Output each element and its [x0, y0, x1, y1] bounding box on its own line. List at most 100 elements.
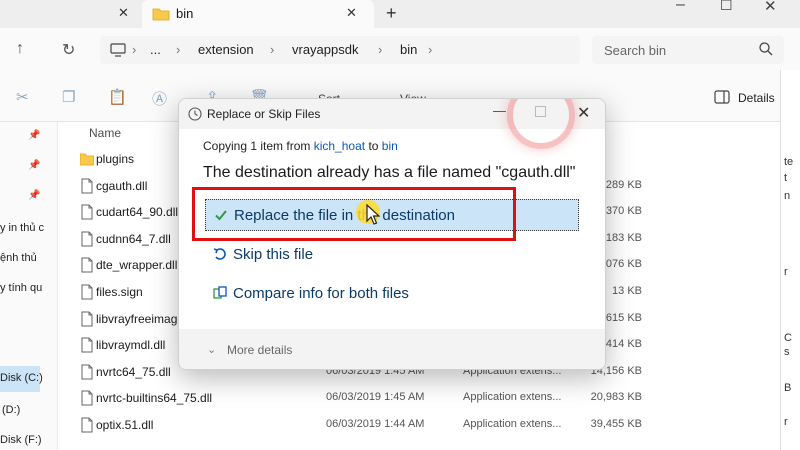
file-name: libvraymdl.dll: [96, 338, 166, 353]
dialog-footer: ⌄ More details: [179, 329, 605, 369]
dialog-titlebar[interactable]: Replace or Skip Files — ✕: [179, 99, 605, 149]
chevron-right-icon: ›: [270, 42, 275, 57]
file-row[interactable]: optix.51.dll 06/03/2019 1:44 AM Applicatio…: [58, 412, 800, 438]
up-icon[interactable]: ↑: [16, 40, 24, 58]
file-icon: [81, 337, 93, 353]
source-folder-link[interactable]: kich_hoat: [314, 139, 365, 153]
compare-icon: [213, 286, 227, 299]
tab-bin[interactable]: bin ✕: [142, 0, 374, 28]
breadcrumb-extension[interactable]: extension: [198, 42, 254, 57]
file-icon: [81, 417, 93, 433]
file-icon: [81, 178, 93, 194]
edge-text: C: [784, 332, 792, 344]
column-header-name[interactable]: Name: [89, 126, 121, 140]
details-label: Details: [738, 91, 775, 105]
file-name: optix.51.dll: [96, 418, 154, 432]
breadcrumb[interactable]: › ... › extension › vrayappsdk › bin ›: [100, 36, 580, 64]
chevron-right-icon: ›: [378, 42, 383, 57]
copy-icon[interactable]: ❐: [62, 88, 75, 106]
navigation-pane: 📌 📌 📌 y in thủ c ệnh thủ y tính qu Disk …: [0, 122, 58, 450]
chevron-right-icon: ›: [428, 42, 433, 57]
dialog-close-icon[interactable]: ✕: [577, 103, 590, 123]
maximize-icon[interactable]: ☐: [720, 0, 733, 14]
file-icon: [81, 284, 93, 300]
file-icon: [81, 390, 93, 406]
rename-icon[interactable]: Ⓐ: [152, 88, 167, 109]
nav-item-disk-f[interactable]: Disk (F:): [0, 434, 42, 446]
file-icon: [81, 364, 93, 380]
file-type: Application extens...: [463, 391, 562, 404]
chevron-down-icon[interactable]: ⌄: [207, 343, 216, 356]
monitor-icon: [110, 43, 126, 57]
skip-icon: [213, 248, 226, 260]
file-row[interactable]: nvrtc-builtins64_75.dll 06/03/2019 1:45 A…: [58, 385, 800, 411]
file-name: nvrtc64_75.dll: [96, 364, 171, 379]
file-name: libvrayfreeimage: [96, 311, 185, 326]
destination-folder-link[interactable]: bin: [382, 139, 398, 153]
dialog-title: Replace or Skip Files: [207, 107, 321, 121]
skip-file-option[interactable]: Skip this file: [205, 239, 579, 271]
nav-item-2[interactable]: ệnh thủ: [0, 252, 37, 264]
copying-prefix: Copying 1 item from: [203, 139, 311, 153]
click-highlight-ring: [507, 99, 575, 149]
file-icon: [81, 204, 93, 220]
close-window-icon[interactable]: ✕: [764, 0, 777, 15]
details-pane-icon: [714, 90, 730, 104]
more-details-button[interactable]: More details: [227, 343, 292, 357]
edge-text: s: [784, 346, 790, 358]
cut-icon[interactable]: ✂: [16, 88, 29, 106]
file-icon: [81, 257, 93, 273]
copying-status: Copying 1 item from kich_hoat to bin: [203, 139, 398, 153]
skip-file-label: Skip this file: [233, 246, 314, 263]
copying-to-word: to: [368, 139, 379, 153]
file-size: 39,455 KB: [590, 418, 642, 430]
nav-item-disk-c[interactable]: Disk (C:): [0, 372, 43, 384]
search-input[interactable]: Search bin: [592, 36, 784, 64]
file-name: nvrtc-builtins64_75.dll: [96, 391, 213, 406]
pin-icon: 📌: [28, 190, 41, 201]
edge-text: n: [784, 190, 791, 202]
edge-text: te: [784, 156, 794, 168]
pin-icon: 📌: [28, 130, 41, 141]
file-name: cudart64_90.dll: [96, 205, 179, 220]
tab-strip: ✕ bin ✕ + – ☐ ✕: [0, 0, 800, 28]
tab-title: bin: [176, 6, 194, 21]
minimize-icon[interactable]: –: [676, 0, 685, 14]
folder-icon: [152, 8, 170, 21]
file-size: 20,983 KB: [590, 391, 642, 404]
details-button[interactable]: Details: [714, 90, 775, 107]
edge-text: r: [784, 416, 788, 428]
nav-item-1[interactable]: y in thủ c: [0, 222, 44, 234]
file-date: 06/03/2019 1:44 AM: [326, 418, 425, 430]
file-type: Application extens...: [463, 418, 562, 430]
chevron-right-icon: ›: [132, 42, 137, 57]
search-icon: [759, 42, 773, 56]
close-tab-icon[interactable]: ✕: [118, 5, 129, 21]
edge-text: t: [784, 172, 788, 184]
compare-files-option[interactable]: Compare info for both files: [205, 278, 579, 310]
edge-text: r: [784, 266, 788, 278]
folder-icon: [80, 153, 94, 166]
file-date: 06/03/2019 1:45 AM: [326, 391, 425, 404]
new-tab-icon[interactable]: +: [386, 3, 397, 24]
nav-item-3[interactable]: y tính qu: [0, 282, 42, 294]
breadcrumb-bin[interactable]: bin: [400, 42, 417, 57]
pin-icon: 📌: [28, 160, 41, 171]
mouse-cursor-icon: [366, 204, 380, 225]
annotation-highlight-box: [192, 187, 516, 241]
nav-item-disk-d[interactable]: (D:): [2, 404, 20, 416]
refresh-icon[interactable]: ↻: [62, 40, 75, 60]
paste-icon[interactable]: 📋: [108, 88, 127, 106]
dialog-minimize-icon[interactable]: —: [493, 103, 506, 118]
tab-previous[interactable]: ✕: [0, 0, 142, 28]
file-icon: [81, 311, 93, 327]
file-name: files.sign: [96, 285, 143, 299]
breadcrumb-overflow[interactable]: ...: [150, 42, 161, 57]
file-name: cgauth.dll: [96, 178, 148, 193]
clock-icon: [188, 107, 202, 121]
background-window-edge: te t n r C s B r: [780, 70, 800, 450]
breadcrumb-vrayappsdk[interactable]: vrayappsdk: [292, 42, 358, 57]
file-name: plugins: [96, 152, 135, 166]
chevron-right-icon: ›: [176, 42, 181, 57]
close-tab-icon[interactable]: ✕: [346, 5, 357, 21]
